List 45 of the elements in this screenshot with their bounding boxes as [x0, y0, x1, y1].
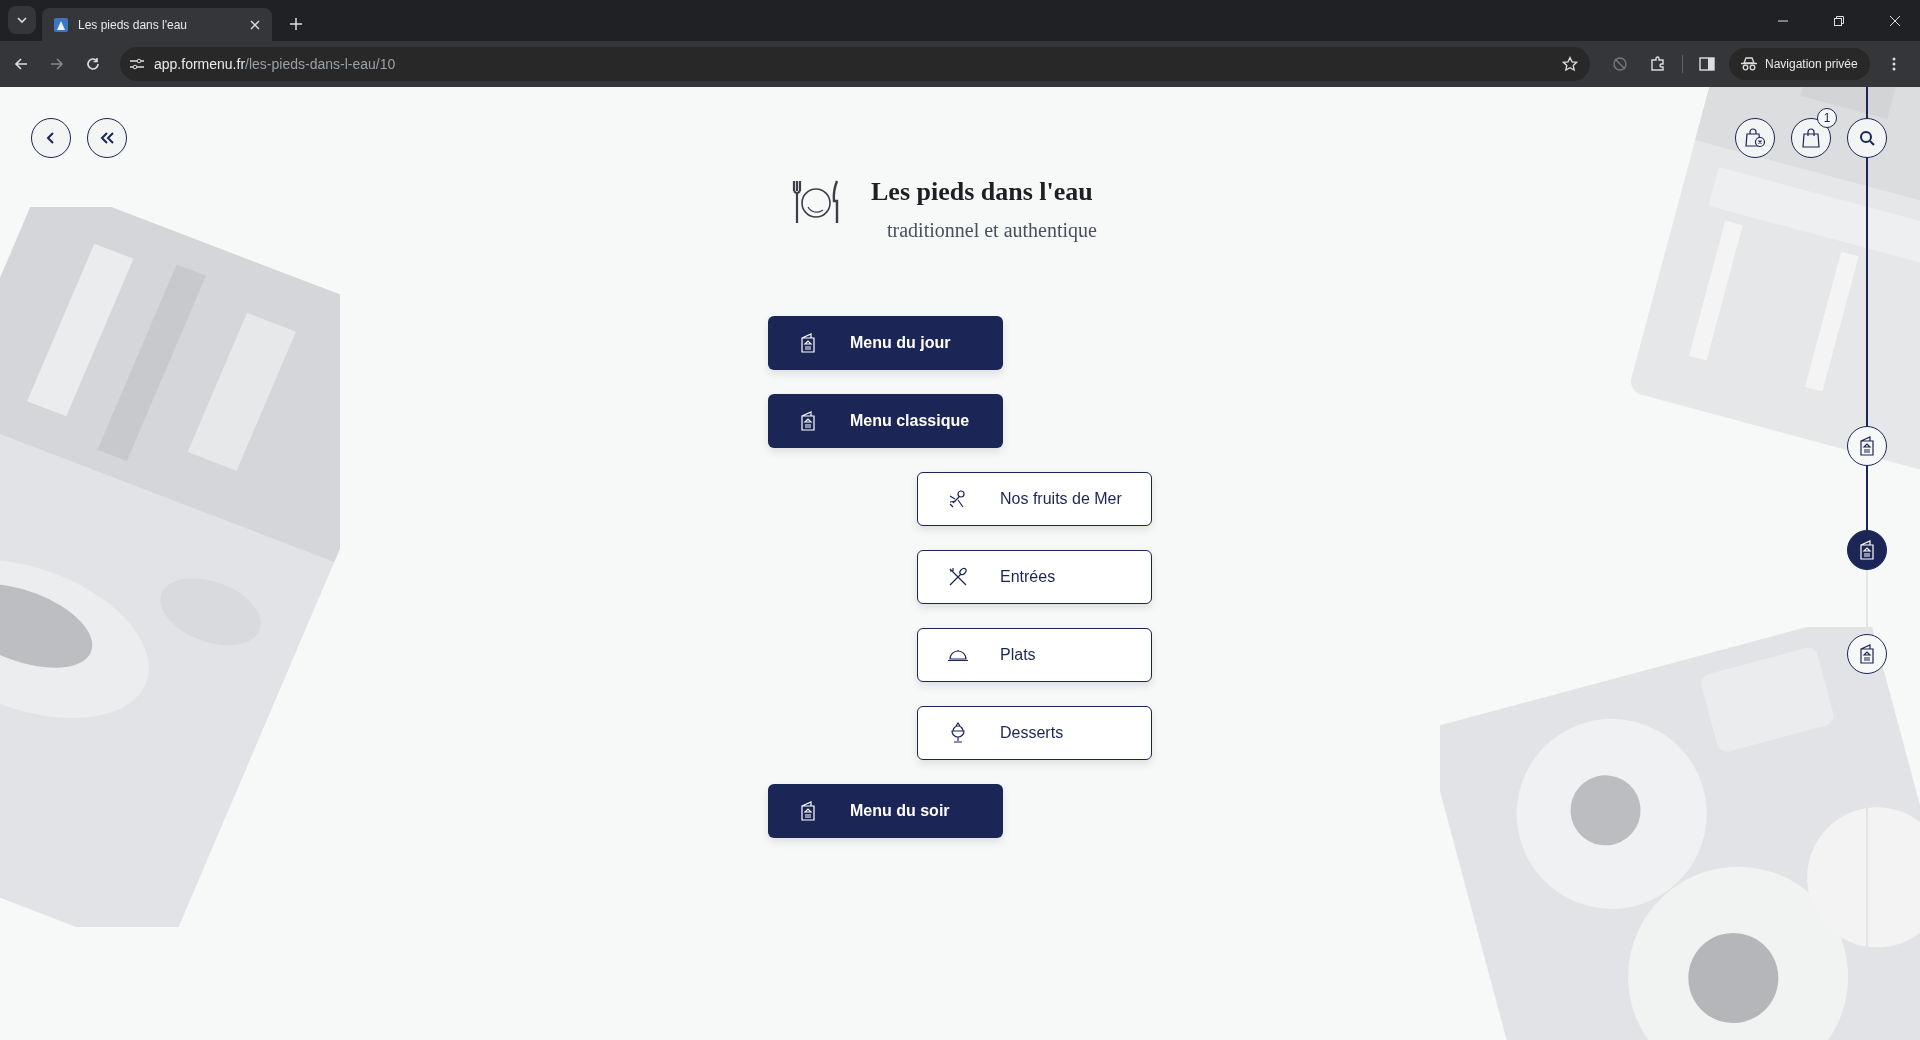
search-icon — [1859, 130, 1875, 146]
chevron-down-icon — [16, 14, 28, 26]
tab-title: Les pieds dans l'eau — [78, 17, 189, 32]
bag-remove-icon — [1743, 126, 1767, 150]
tab-list-button[interactable] — [8, 6, 36, 34]
shopping-bag-icon — [1800, 127, 1822, 149]
chevron-left-icon — [45, 132, 57, 144]
category-button[interactable]: Desserts — [917, 706, 1152, 760]
menu-button[interactable]: Menu du jour — [768, 316, 1003, 370]
star-icon[interactable] — [1562, 56, 1578, 72]
private-mode-badge[interactable]: Navigation privée — [1729, 48, 1870, 80]
forward-arrow-icon[interactable] — [50, 57, 64, 71]
plate-cutlery-icon — [791, 179, 841, 225]
restore-icon[interactable] — [1834, 15, 1844, 26]
incognito-icon — [1741, 57, 1757, 71]
back-button[interactable] — [31, 118, 71, 158]
booklet-icon — [1859, 540, 1875, 560]
restaurant-tagline: traditionnel et authentique — [887, 219, 1097, 242]
sync-off-icon[interactable] — [1612, 56, 1628, 72]
menu-button[interactable]: Menu classique — [768, 394, 1003, 448]
category-button[interactable]: Entrées — [917, 550, 1152, 604]
category-button[interactable]: Plats — [917, 628, 1152, 682]
reload-icon[interactable] — [86, 57, 100, 71]
back-to-start-button[interactable] — [87, 118, 127, 158]
new-tab-icon[interactable] — [290, 18, 302, 30]
extensions-icon[interactable] — [1650, 56, 1666, 72]
menu-step-button[interactable] — [1847, 530, 1887, 570]
back-arrow-icon[interactable] — [14, 57, 28, 71]
category-button[interactable]: Nos fruits de Mer — [917, 472, 1152, 526]
url-text: app.formenu.fr/les-pieds-dans-l-eau/10 — [154, 56, 397, 72]
booklet-icon — [1859, 436, 1875, 456]
restaurant-name: Les pieds dans l'eau — [871, 177, 1094, 207]
close-icon[interactable] — [1890, 15, 1900, 26]
site-settings-icon[interactable] — [130, 58, 144, 70]
cloche-icon — [947, 648, 969, 662]
menu-button[interactable]: Menu du soir — [768, 784, 1003, 838]
double-chevron-left-icon — [99, 132, 115, 144]
fork-spoon-icon — [947, 567, 969, 587]
side-panel-icon[interactable] — [1699, 57, 1715, 71]
more-menu-icon[interactable] — [1891, 57, 1896, 71]
site-icon — [54, 17, 68, 32]
close-icon[interactable] — [250, 19, 260, 30]
booklet-icon — [1859, 644, 1875, 664]
address-bar[interactable]: app.formenu.fr/les-pieds-dans-l-eau/10 — [120, 47, 1590, 81]
browser-tab[interactable]: Les pieds dans l'eau — [42, 8, 272, 41]
